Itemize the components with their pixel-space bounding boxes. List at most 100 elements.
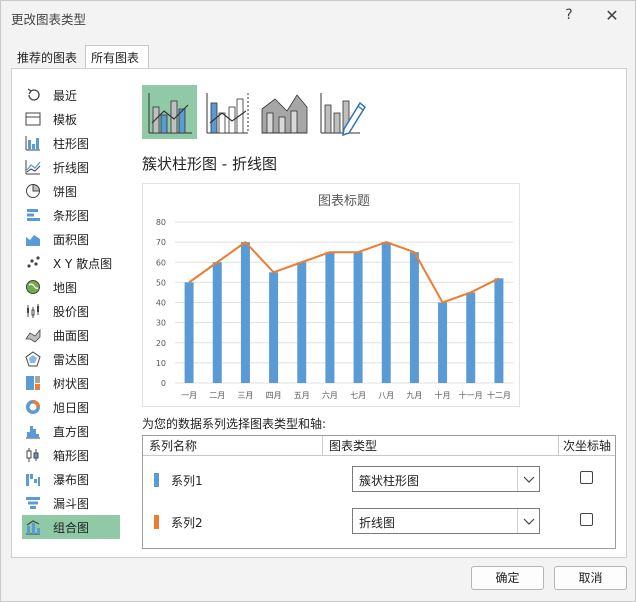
sidebar-item-combo-chart[interactable]: 组合图 xyxy=(22,515,120,539)
x-tick-label: 八月 xyxy=(378,391,394,400)
selected-chart-type-title: 簇状柱形图 - 折线图 xyxy=(142,155,277,173)
select-value: 簇状柱形图 xyxy=(359,474,420,488)
chart-category-list: 最近模板 柱形图折线图饼图条形图面积图 X Y 散点图 地图股价图曲面图雷达图树状图旭… xyxy=(22,83,131,543)
histogram-chart-icon xyxy=(25,423,41,439)
boxplot-chart-icon xyxy=(25,447,41,463)
sidebar-item-histogram-chart[interactable]: 直方图 xyxy=(22,419,120,443)
y-tick-label: 50 xyxy=(156,278,166,287)
sidebar-item-line-chart[interactable]: 折线图 xyxy=(22,155,120,179)
y-tick-label: 70 xyxy=(156,238,166,247)
sunburst-chart-icon xyxy=(25,399,41,415)
thumb-custom-combination[interactable] xyxy=(314,85,369,139)
bar-chart-icon xyxy=(25,207,41,223)
sidebar-item-recent[interactable]: 最近 xyxy=(22,83,120,107)
x-tick-label: 十月 xyxy=(435,390,451,400)
chart-title: 图表标题 xyxy=(318,194,370,209)
sidebar-item-stock-chart[interactable]: 股价图 xyxy=(22,299,120,323)
column-chart-icon xyxy=(25,135,41,151)
ok-button[interactable]: 确定 xyxy=(471,566,544,590)
bar xyxy=(494,278,504,383)
sidebar-item-label: 雷达图 xyxy=(53,353,90,367)
x-tick-label: 十一月 xyxy=(459,390,483,400)
series-row: 系列1 簇状柱形图 xyxy=(143,460,615,500)
bar xyxy=(353,252,363,383)
sidebar-item-waterfall-chart[interactable]: 瀑布图 xyxy=(22,467,120,491)
sidebar-item-template[interactable]: 模板 xyxy=(22,107,120,131)
tab-all-charts[interactable]: 所有图表 xyxy=(85,45,149,69)
y-tick-label: 0 xyxy=(161,379,166,388)
map-chart-icon xyxy=(25,279,41,295)
sidebar-item-area-chart[interactable]: 面积图 xyxy=(22,227,120,251)
thumb-clustered-column-line-secondary[interactable] xyxy=(200,85,255,139)
y-tick-label: 80 xyxy=(156,218,166,227)
sidebar-item-treemap-chart[interactable]: 树状图 xyxy=(22,371,120,395)
sidebar-item-column-chart[interactable]: 柱形图 xyxy=(22,131,120,155)
y-tick-label: 30 xyxy=(156,319,166,328)
bar xyxy=(381,242,391,383)
sidebar-item-label: 地图 xyxy=(53,281,78,295)
tab-recommended-charts[interactable]: 推荐的图表 xyxy=(11,45,84,69)
series2-secondary-axis-checkbox[interactable] xyxy=(580,513,593,526)
x-tick-label: 五月 xyxy=(294,391,310,400)
sidebar-item-label: 漏斗图 xyxy=(53,497,90,511)
thumb-clustered-column-line[interactable] xyxy=(142,85,197,139)
chevron-down-icon[interactable] xyxy=(517,467,539,491)
bar xyxy=(184,282,194,383)
sidebar-item-label: 饼图 xyxy=(53,185,78,199)
chart-preview-canvas: 图表标题 0 10 20 30 40 50 60 70 80 一月 二月 三月 四月 五月 六月 七月 八月 九月 十… xyxy=(156,194,513,400)
series-line xyxy=(188,241,500,304)
series1-color-swatch xyxy=(154,473,159,487)
sidebar-item-pie-chart[interactable]: 饼图 xyxy=(22,179,120,203)
sidebar-item-label: 面积图 xyxy=(53,233,90,247)
sidebar-item-label: 树状图 xyxy=(53,377,90,391)
sidebar-item-funnel-chart[interactable]: 漏斗图 xyxy=(22,491,120,515)
sidebar-item-surface-chart[interactable]: 曲面图 xyxy=(22,323,120,347)
series2-color-swatch xyxy=(154,515,159,529)
custom-combination-thumb-icon xyxy=(320,93,366,137)
sidebar-item-label: 旭日图 xyxy=(53,401,90,415)
y-tick-label: 60 xyxy=(156,258,166,267)
sidebar-item-label: 瀑布图 xyxy=(53,473,90,487)
close-button[interactable]: ✕ xyxy=(602,6,622,28)
funnel-chart-icon xyxy=(25,495,41,511)
series1-secondary-axis-checkbox[interactable] xyxy=(580,471,593,484)
title-bar: 更改图表类型 ? ✕ xyxy=(1,1,635,35)
series2-chart-type-select[interactable]: 折线图 xyxy=(352,508,540,534)
sidebar-item-map-chart[interactable]: 地图 xyxy=(22,275,120,299)
series1-chart-type-select[interactable]: 簇状柱形图 xyxy=(352,466,540,492)
stacked-area-clustered-column-thumb-icon xyxy=(261,94,308,134)
bar xyxy=(212,262,222,383)
sidebar-item-label: X Y 散点图 xyxy=(53,257,113,271)
x-tick-label: 六月 xyxy=(322,390,338,400)
sidebar-item-sunburst-chart[interactable]: 旭日图 xyxy=(22,395,120,419)
sidebar-item-label: 最近 xyxy=(53,89,78,103)
sidebar-item-label: 条形图 xyxy=(53,209,90,223)
sidebar-item-scatter-chart[interactable]: X Y 散点图 xyxy=(22,251,120,275)
change-chart-type-dialog: 更改图表类型 ? ✕ 推荐的图表 所有图表 最近 模板 柱形图 折线图 饼图 条形图 面积图… xyxy=(0,0,636,602)
scatter-chart-icon xyxy=(25,255,41,271)
thumb-stacked-area-clustered-column[interactable] xyxy=(257,85,312,139)
y-tick-label: 20 xyxy=(156,339,166,348)
sidebar-item-bar-chart[interactable]: 条形图 xyxy=(22,203,120,227)
chart-preview: 图表标题 0 10 20 30 40 50 60 70 80 一月 二月 三月 四月 五月 六月 七月 八月 九月 十… xyxy=(142,183,520,407)
x-tick-label: 二月 xyxy=(209,391,225,400)
sidebar-item-label: 曲面图 xyxy=(53,329,90,343)
bar xyxy=(240,242,250,383)
sidebar-item-label: 折线图 xyxy=(53,161,90,175)
sidebar-item-label: 直方图 xyxy=(53,425,90,439)
stock-chart-icon xyxy=(25,303,41,319)
chart-type-header: 图表类型 xyxy=(323,436,559,456)
area-chart-icon xyxy=(25,231,41,247)
y-tick-label: 40 xyxy=(156,299,166,308)
select-value: 折线图 xyxy=(359,516,396,530)
all-charts-panel: 最近 模板 柱形图 折线图 饼图 条形图 面积图 X Y 散点图 地图 股价图 曲面图 雷达图 树状图旭… xyxy=(11,68,627,558)
bar xyxy=(438,302,448,383)
help-button[interactable]: ? xyxy=(561,7,577,27)
sidebar-item-radar-chart[interactable]: 雷达图 xyxy=(22,347,120,371)
series-name-header: 系列名称 xyxy=(143,436,323,456)
series-prompt-label: 为您的数据系列选择图表类型和轴: xyxy=(142,417,327,431)
chevron-down-icon[interactable] xyxy=(517,509,539,533)
cancel-button[interactable]: 取消 xyxy=(554,566,627,590)
sidebar-item-boxplot-chart[interactable]: 箱形图 xyxy=(22,443,120,467)
line-chart-icon xyxy=(25,159,41,175)
